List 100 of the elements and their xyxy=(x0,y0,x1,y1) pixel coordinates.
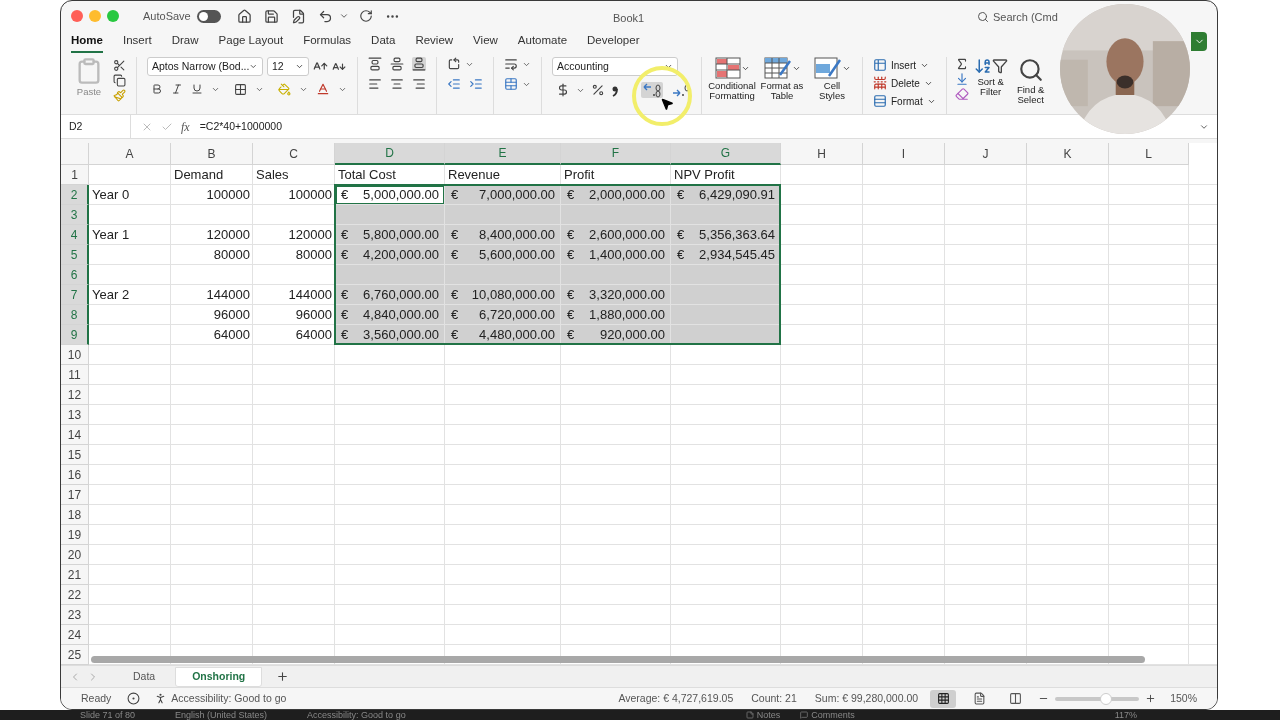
row-header[interactable]: 5 xyxy=(61,245,89,265)
column-header[interactable]: F xyxy=(561,143,671,165)
row-header[interactable]: 21 xyxy=(61,565,89,585)
add-sheet-icon[interactable] xyxy=(276,670,290,683)
align-bottom-icon[interactable] xyxy=(412,57,426,71)
row-header[interactable]: 24 xyxy=(61,625,89,645)
ribbon-tab[interactable]: Home xyxy=(71,31,103,53)
formula-field[interactable]: =C2*40+1000000 xyxy=(199,118,1199,135)
underline-icon[interactable] xyxy=(191,83,203,95)
fill-icon[interactable] xyxy=(954,72,969,86)
column-header[interactable]: I xyxy=(863,143,945,165)
row-header[interactable]: 10 xyxy=(61,345,89,365)
notes-button[interactable]: Notes xyxy=(745,710,781,720)
ribbon-tab[interactable]: Data xyxy=(371,31,396,53)
save-icon[interactable] xyxy=(263,8,279,24)
cut-icon[interactable] xyxy=(113,59,126,72)
record-icon[interactable] xyxy=(127,692,141,705)
font-color-icon[interactable] xyxy=(316,82,330,96)
row-header[interactable]: 25 xyxy=(61,645,89,665)
ribbon-tab[interactable]: Insert xyxy=(122,31,152,53)
close-button[interactable] xyxy=(71,10,83,22)
sheet-tab[interactable]: Onshoring xyxy=(175,666,263,687)
ribbon-tab[interactable]: View xyxy=(473,31,498,53)
number-format-field[interactable]: Accounting xyxy=(552,57,678,76)
redo-icon[interactable] xyxy=(358,9,373,23)
clear-icon[interactable] xyxy=(954,87,969,101)
fill-color-icon[interactable] xyxy=(278,82,291,96)
merge-cells-icon[interactable] xyxy=(504,77,518,91)
copy-icon[interactable] xyxy=(113,74,126,87)
row-header[interactable]: 17 xyxy=(61,485,89,505)
align-middle-icon[interactable] xyxy=(390,57,404,71)
ribbon-button[interactable]: Insert xyxy=(873,57,936,73)
font-name-field[interactable]: Aptos Narrow (Bod... xyxy=(147,57,263,76)
align-right-icon[interactable] xyxy=(412,77,426,91)
undo-icon[interactable] xyxy=(317,8,333,24)
row-header[interactable]: 12 xyxy=(61,385,89,405)
align-top-icon[interactable] xyxy=(368,57,382,71)
align-left-icon[interactable] xyxy=(368,77,382,91)
row-header[interactable]: 18 xyxy=(61,505,89,525)
ribbon-button[interactable]: Delete xyxy=(873,75,936,91)
row-header[interactable]: 1 xyxy=(61,165,89,185)
increase-indent-icon[interactable] xyxy=(469,77,483,91)
search-field[interactable]: Search (Cmd xyxy=(977,9,1058,26)
comments-button[interactable]: Comments xyxy=(800,710,855,720)
row-header[interactable]: 13 xyxy=(61,405,89,425)
ribbon-tab[interactable]: Draw xyxy=(171,31,199,53)
row-header[interactable]: 3 xyxy=(61,205,89,225)
wrap-text-icon[interactable] xyxy=(504,57,518,71)
ribbon-button[interactable]: Conditional Formatting xyxy=(710,57,754,101)
ribbon-button[interactable]: Format as Table xyxy=(760,57,804,101)
accessibility-status[interactable]: Accessibility: Good to go xyxy=(171,690,287,707)
row-header[interactable]: 23 xyxy=(61,605,89,625)
name-box[interactable]: D2 xyxy=(61,115,131,138)
ribbon-tab[interactable]: Formulas xyxy=(303,31,352,53)
column-header[interactable]: E xyxy=(445,143,561,165)
caret-icon[interactable] xyxy=(338,11,349,21)
normal-view-button[interactable] xyxy=(930,689,957,708)
align-center-icon[interactable] xyxy=(390,77,404,91)
horizontal-scrollbar[interactable] xyxy=(91,656,1145,663)
insert-function-button[interactable]: fx xyxy=(181,117,190,136)
column-header[interactable]: G xyxy=(671,143,781,165)
row-header[interactable]: 16 xyxy=(61,465,89,485)
zoom-in-icon[interactable] xyxy=(1145,693,1157,704)
row-header[interactable]: 11 xyxy=(61,365,89,385)
ribbon-button[interactable]: Format xyxy=(873,93,936,109)
column-header[interactable]: C xyxy=(253,143,335,165)
font-size-field[interactable]: 12 xyxy=(267,57,309,76)
column-header[interactable]: K xyxy=(1027,143,1109,165)
column-header[interactable]: A xyxy=(89,143,171,165)
row-header[interactable]: 19 xyxy=(61,525,89,545)
zoom-level[interactable]: 150% xyxy=(1170,690,1197,707)
save-as-icon[interactable] xyxy=(290,8,306,24)
ribbon-button[interactable]: Cell Styles xyxy=(810,57,854,101)
decrease-decimal-icon[interactable] xyxy=(641,82,663,98)
zoom-thumb[interactable] xyxy=(1099,692,1112,705)
home-icon[interactable] xyxy=(236,8,252,24)
percent-icon[interactable] xyxy=(591,83,605,97)
row-header[interactable]: 15 xyxy=(61,445,89,465)
ribbon-tab[interactable]: Developer xyxy=(587,31,640,53)
row-header[interactable]: 22 xyxy=(61,585,89,605)
orientation-icon[interactable] xyxy=(447,57,461,71)
ribbon-tab[interactable]: Automate xyxy=(517,31,568,53)
row-header[interactable]: 8 xyxy=(61,305,89,325)
row-header[interactable]: 9 xyxy=(61,325,89,345)
column-header[interactable]: L xyxy=(1109,143,1189,165)
ribbon-tab[interactable]: Page Layout xyxy=(218,31,284,53)
ribbon-button[interactable]: Sort & Filter xyxy=(972,57,1009,97)
bold-icon[interactable] xyxy=(151,83,163,95)
ribbon-button[interactable]: Find & Select xyxy=(1012,57,1049,105)
currency-icon[interactable] xyxy=(556,83,570,97)
italic-icon[interactable] xyxy=(171,83,183,95)
column-header[interactable]: J xyxy=(945,143,1027,165)
ribbon-tab[interactable]: Review xyxy=(415,31,454,53)
row-header[interactable]: 6 xyxy=(61,265,89,285)
column-header[interactable]: B xyxy=(171,143,253,165)
autosave-toggle[interactable] xyxy=(196,9,221,23)
column-header[interactable]: H xyxy=(781,143,863,165)
row-header[interactable]: 14 xyxy=(61,425,89,445)
row-header[interactable]: 20 xyxy=(61,545,89,565)
decrease-indent-icon[interactable] xyxy=(447,77,461,91)
